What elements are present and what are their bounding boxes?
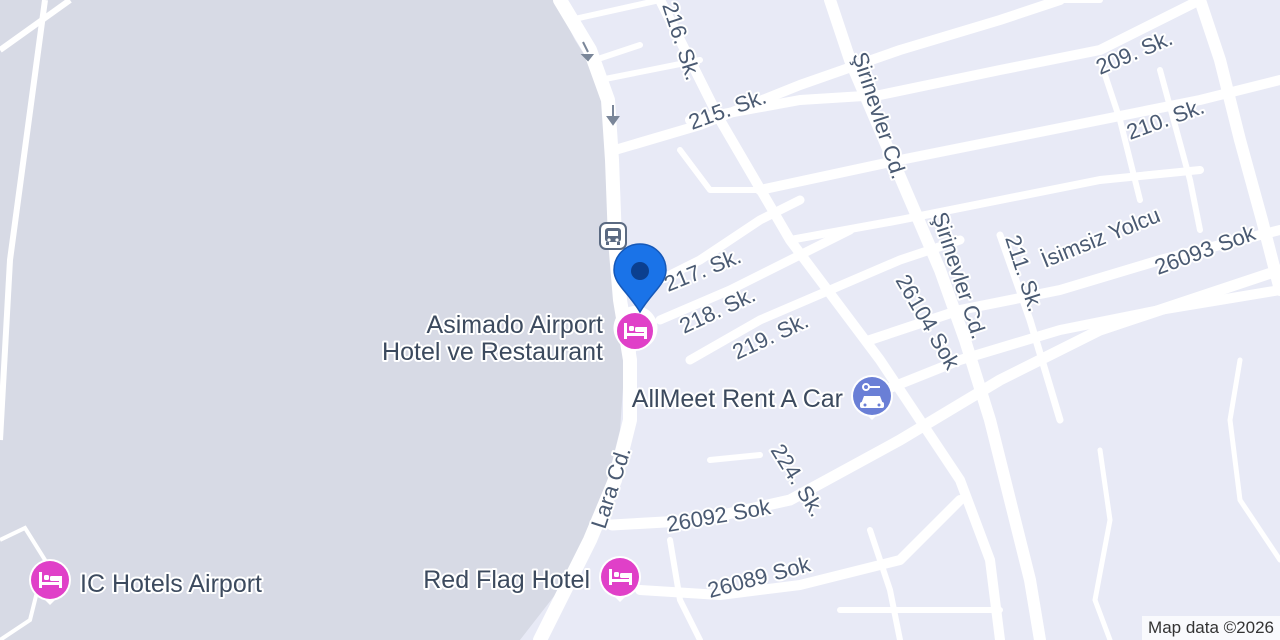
poi-label-asimado-2: Hotel ve Restaurant: [382, 338, 603, 366]
poi-label-allmeet: AllMeet Rent A Car: [632, 385, 843, 413]
poi-label-asimado-1: Asimado Airport: [427, 311, 604, 339]
map-canvas[interactable]: 216. Sk. 215. Sk. 209. Sk. 210. Sk. Şiri…: [0, 0, 1280, 640]
map-view[interactable]: 216. Sk. 215. Sk. 209. Sk. 210. Sk. Şiri…: [0, 0, 1280, 640]
poi-label-red-flag: Red Flag Hotel: [423, 566, 590, 594]
map-attribution[interactable]: Map data ©2026: [1142, 616, 1280, 640]
poi-label-ic-hotels: IC Hotels Airport: [80, 570, 262, 598]
bus-stop-icon[interactable]: [599, 222, 627, 250]
